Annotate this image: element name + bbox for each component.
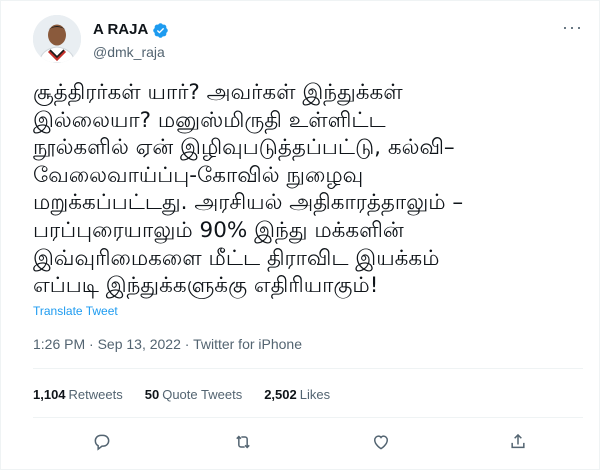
tweet-stats: 1,104 Retweets 50 Quote Tweets 2,502 Likes — [33, 387, 330, 402]
tweet-timestamp[interactable]: 1:26 PM · Sep 13, 2022 · Twitter for iPh… — [33, 336, 302, 352]
likes-count: 2,502 — [264, 387, 297, 402]
translate-tweet-link[interactable]: Translate Tweet — [33, 304, 118, 318]
retweet-icon[interactable] — [230, 429, 256, 455]
tweet-header: A RAJA @dmk_raja ··· — [33, 15, 583, 67]
tweet-actions — [33, 429, 583, 455]
retweets-stat[interactable]: 1,104 Retweets — [33, 387, 123, 402]
avatar[interactable] — [33, 15, 81, 63]
retweets-count: 1,104 — [33, 387, 66, 402]
likes-stat[interactable]: 2,502 Likes — [264, 387, 330, 402]
tweet-card: A RAJA @dmk_raja ··· சூத்திரர்கள் யார்? … — [0, 0, 600, 470]
user-names: A RAJA @dmk_raja — [93, 21, 169, 61]
share-icon[interactable] — [505, 429, 531, 455]
heart-icon[interactable] — [368, 429, 394, 455]
divider — [33, 368, 583, 369]
reply-icon[interactable] — [89, 429, 115, 455]
quote-tweets-label: Quote Tweets — [162, 387, 243, 402]
quote-tweets-count: 50 — [144, 387, 160, 402]
retweets-label: Retweets — [68, 387, 123, 402]
user-handle[interactable]: @dmk_raja — [93, 43, 169, 61]
divider — [33, 417, 583, 418]
display-name[interactable]: A RAJA — [93, 21, 148, 39]
more-dots-icon[interactable]: ··· — [562, 17, 583, 38]
likes-label: Likes — [299, 387, 331, 402]
verified-badge-icon — [152, 22, 169, 39]
avatar-image — [33, 15, 81, 63]
quote-tweets-stat[interactable]: 50 Quote Tweets — [145, 387, 242, 402]
display-name-row[interactable]: A RAJA — [93, 21, 169, 39]
tweet-text: சூத்திரர்கள் யார்? அவர்கள் இந்துக்கள் இல… — [33, 80, 464, 299]
